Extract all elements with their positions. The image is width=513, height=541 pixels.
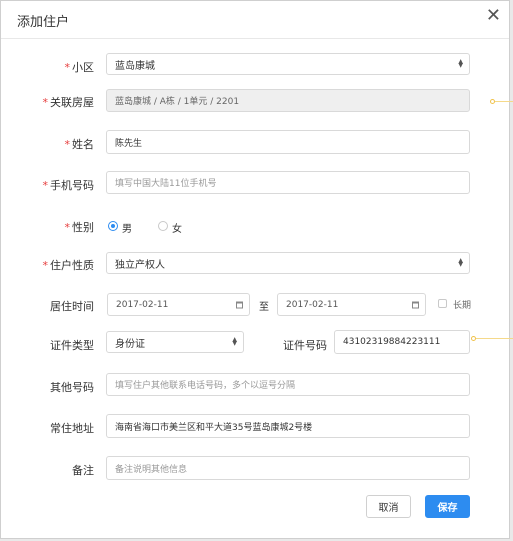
id-number-input[interactable]: 43102319884223111: [334, 330, 470, 354]
gender-female-label: 女: [172, 224, 182, 235]
phone-label: * 手机号码: [42, 179, 95, 192]
dialog-header: 添加住户 ✕: [1, 1, 509, 39]
remark-placeholder: 备注说明其他信息: [115, 464, 188, 475]
save-button[interactable]: 保存: [425, 495, 470, 518]
other-phone-label: 其他号码: [50, 381, 94, 394]
remark-input[interactable]: 备注说明其他信息: [106, 456, 470, 480]
name-value: 陈先生: [115, 138, 143, 149]
address-input[interactable]: 海南省海口市美兰区和平大道35号蓝岛康城2号楼: [106, 414, 470, 438]
calendar-icon: [236, 301, 243, 308]
residence-separator: 至: [259, 302, 269, 313]
name-input[interactable]: 陈先生: [106, 130, 470, 154]
phone-placeholder: 填写中国大陆11位手机号: [115, 179, 217, 189]
nature-value: 独立产权人: [115, 259, 165, 271]
room-field: 蓝岛康城 / A栋 / 1单元 / 2201: [106, 89, 470, 112]
dialog-title: 添加住户: [17, 15, 70, 30]
nature-select[interactable]: 独立产权人 ▲ ▼: [106, 252, 470, 274]
residence-label: 居住时间: [50, 300, 94, 313]
address-value: 海南省海口市美兰区和平大道35号蓝岛康城2号楼: [115, 422, 313, 433]
gender-female-radio[interactable]: [158, 221, 168, 231]
select-arrows-icon: ▲ ▼: [458, 58, 463, 69]
other-phone-input[interactable]: 填写住户其他联系电话号码，多个以逗号分隔: [106, 373, 470, 396]
gender-label: * 性别: [64, 221, 95, 234]
id-number-label: 证件号码: [283, 339, 327, 352]
residence-to-value: 2017-02-11: [286, 299, 339, 310]
other-phone-placeholder: 填写住户其他联系电话号码，多个以逗号分隔: [115, 381, 296, 391]
close-icon[interactable]: ✕: [486, 6, 501, 26]
residence-from-input[interactable]: 2017-02-11: [107, 293, 250, 316]
calendar-icon: [412, 301, 419, 308]
add-resident-dialog: 添加住户 ✕ * 小区 蓝岛康城 ▲ ▼ * 关联房屋 蓝岛康城 / A栋 / 1单元…: [0, 0, 510, 539]
annotation-marker-line: [495, 101, 513, 102]
room-value: 蓝岛康城 / A栋 / 1单元 / 2201: [115, 97, 240, 107]
address-label: 常住地址: [50, 422, 94, 435]
community-select[interactable]: 蓝岛康城 ▲ ▼: [106, 53, 470, 75]
select-arrows-icon: ▲ ▼: [458, 257, 463, 268]
gender-male-radio[interactable]: [108, 221, 118, 231]
long-term-checkbox[interactable]: [438, 299, 447, 308]
community-label: * 小区: [64, 61, 95, 74]
residence-to-input[interactable]: 2017-02-11: [277, 293, 426, 316]
annotation-marker-line: [476, 338, 513, 339]
remark-label: 备注: [72, 464, 94, 477]
gender-male-label: 男: [122, 224, 132, 235]
nature-label: * 住户性质: [42, 259, 95, 272]
cancel-button[interactable]: 取消: [366, 495, 411, 518]
name-label: * 姓名: [64, 138, 95, 151]
id-type-value: 身份证: [115, 338, 145, 350]
community-value: 蓝岛康城: [115, 60, 155, 72]
room-label: * 关联房屋: [42, 96, 95, 109]
id-type-label: 证件类型: [50, 339, 94, 352]
id-number-value: 43102319884223111: [343, 337, 441, 347]
long-term-label: 长期: [453, 301, 472, 311]
id-type-select[interactable]: 身份证 ▲ ▼: [106, 331, 244, 353]
residence-from-value: 2017-02-11: [116, 299, 169, 310]
select-arrows-icon: ▲ ▼: [232, 336, 237, 347]
phone-input[interactable]: 填写中国大陆11位手机号: [106, 171, 470, 194]
